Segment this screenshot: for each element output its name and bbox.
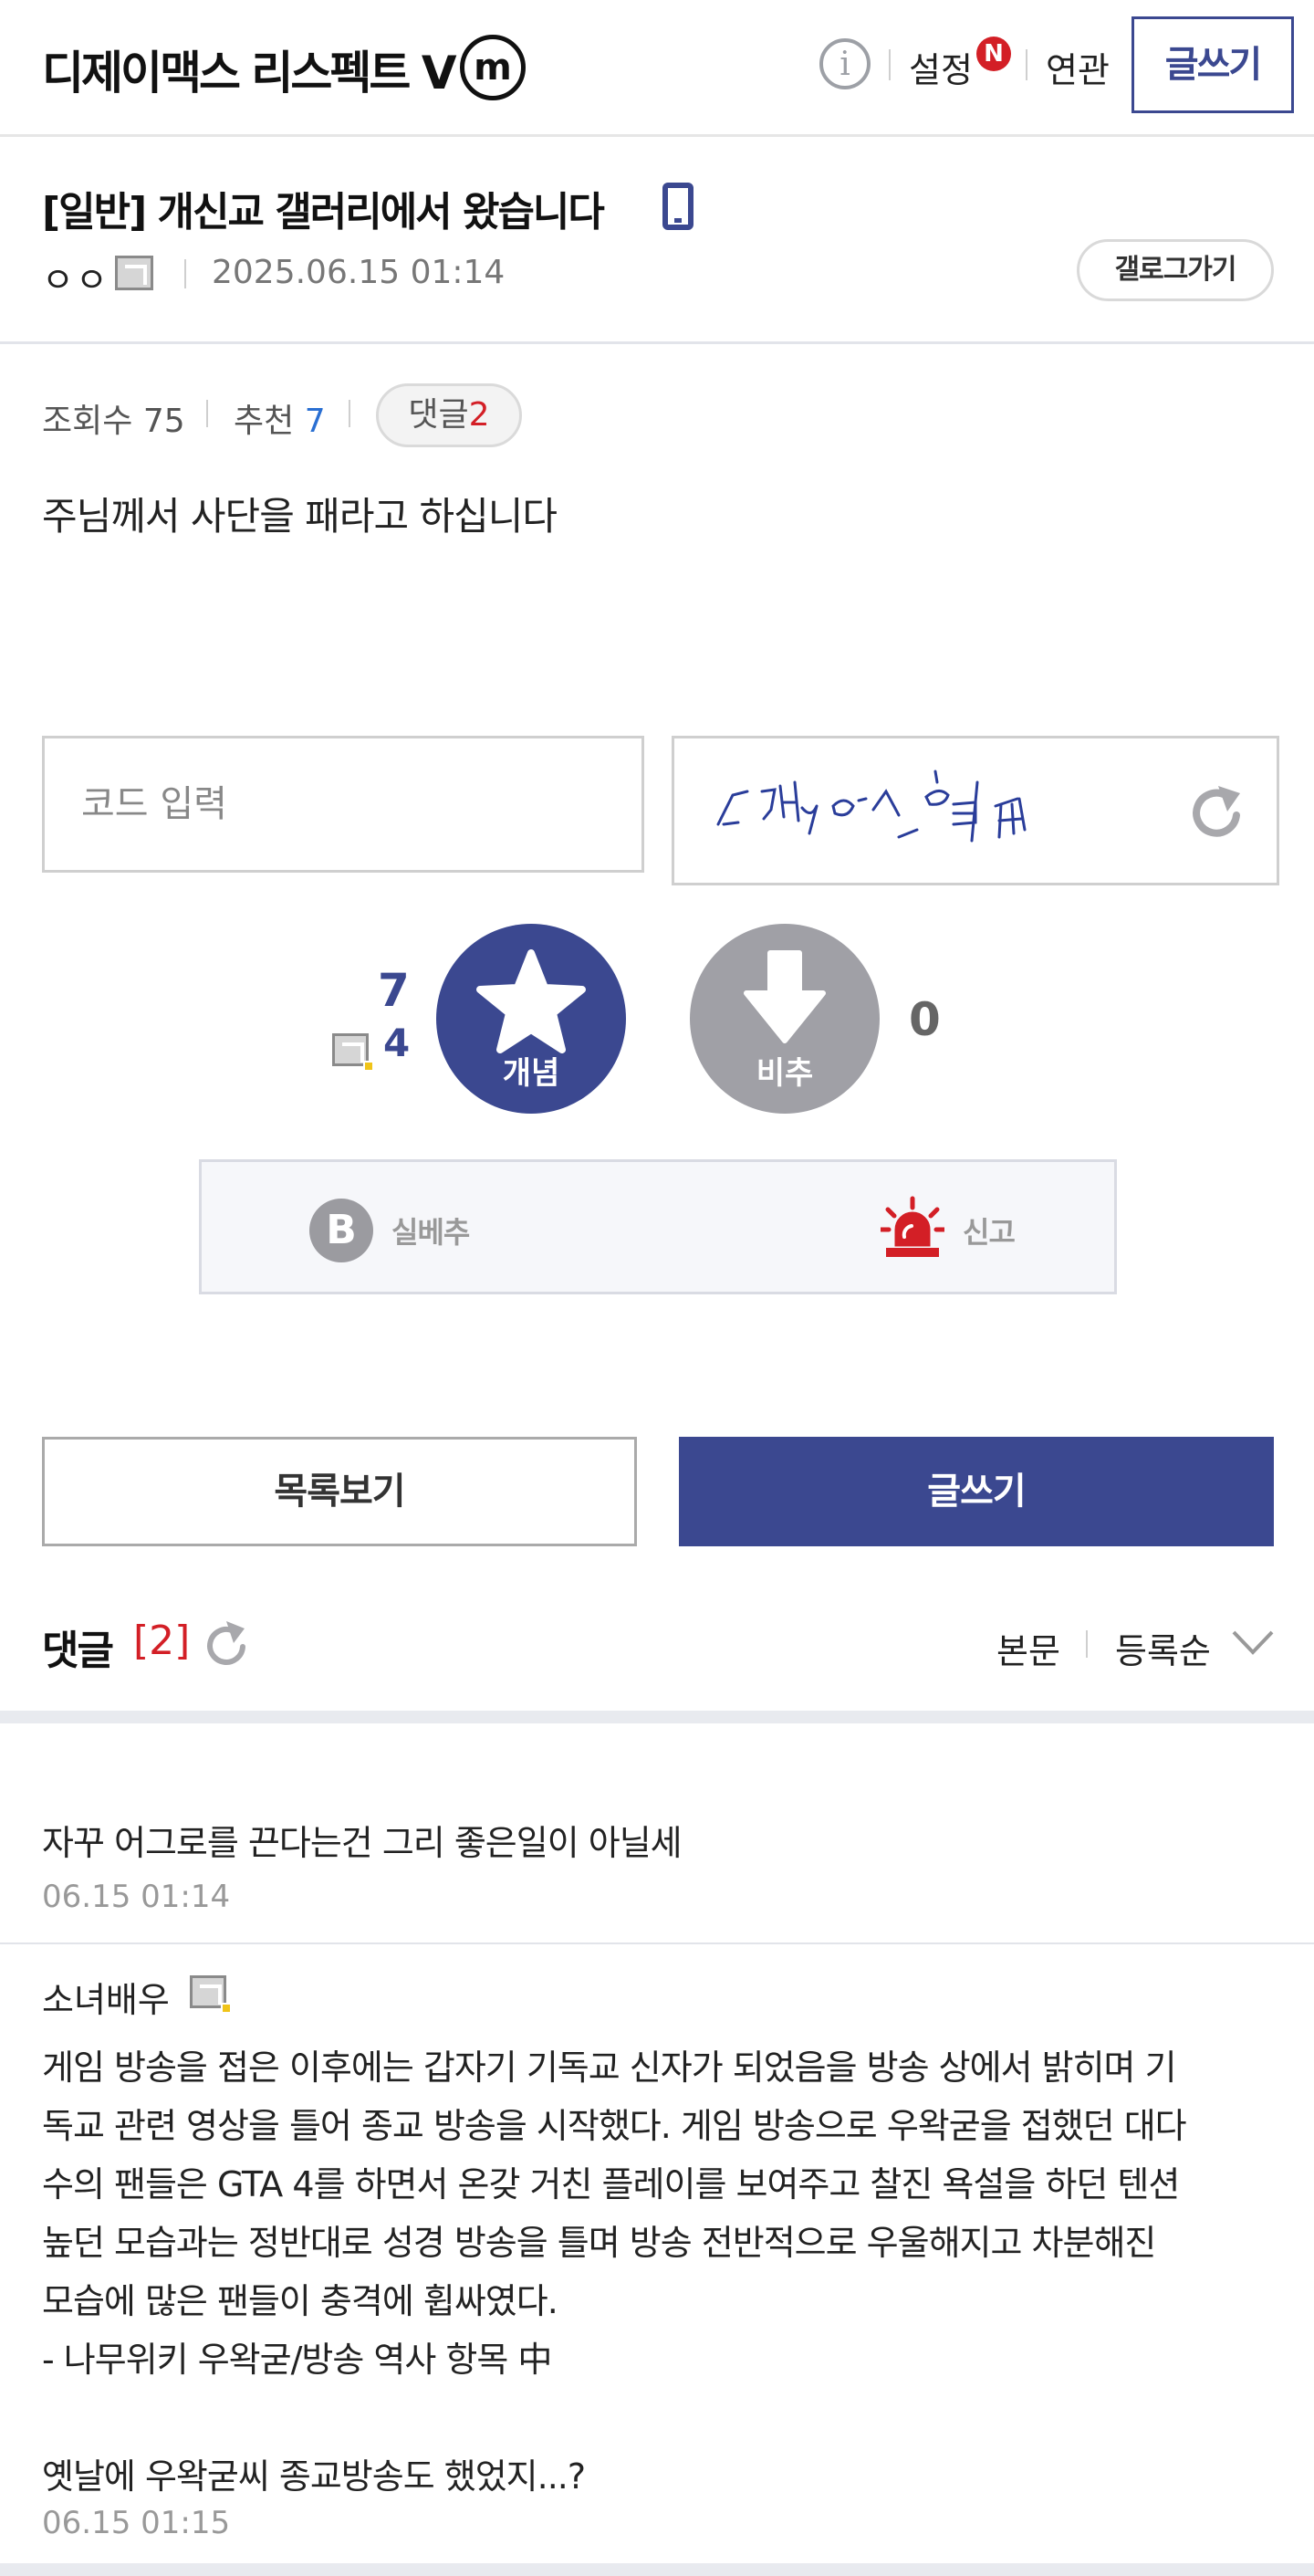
recommend-value: 7 [304,403,326,440]
report-label[interactable]: 신고 [963,1209,1016,1251]
upvote-button[interactable]: 개념 [436,924,626,1114]
post-author[interactable]: ㅇㅇ [42,252,110,302]
siren-icon[interactable] [881,1195,944,1264]
comment-line: 독교 관련 영상을 틀어 종교 방송을 시작했다. 게임 방송으로 우왁굳을 접… [42,2106,1187,2146]
mobile-icon [662,183,694,230]
downvote-label: 비추 [756,1055,814,1092]
divider [0,1711,1314,1723]
downvote-total: 0 [909,993,941,1046]
gallery-title[interactable]: 디제이맥스 리스펙트 V [42,37,457,102]
minor-gallery-icon: m [460,35,526,100]
recommend-count: 추천 7 [234,394,326,442]
captcha-box [672,736,1279,885]
view-value: 75 [142,403,185,440]
view-label: 조회수 [42,403,133,440]
settings-link[interactable]: 설정 [909,42,973,92]
list-button[interactable]: 목록보기 [42,1437,637,1546]
divider [349,400,350,427]
best-recommend-label[interactable]: 실베추 [391,1209,470,1251]
post-title: [일반] 개신교 갤러리에서 왔습니다 [42,189,605,236]
upvote-label: 개념 [502,1055,560,1092]
comment-line: - 나무위키 우왁굳/방송 역사 항목 中 [42,2340,552,2380]
upvote-total: 7 [378,964,410,1017]
sort-body-link[interactable]: 본문 [996,1623,1060,1673]
new-badge: N [976,37,1011,71]
divider [889,49,891,80]
gallog-button[interactable]: 갤로그가기 [1077,239,1274,301]
refresh-icon[interactable] [1182,779,1251,848]
comment-count-pill[interactable]: 댓글2 [376,383,522,447]
fixed-nick-marker [221,2003,232,2014]
comment-pill-value: 2 [468,396,490,434]
divider [1086,1630,1088,1658]
downvote-button[interactable]: 비추 [690,924,880,1114]
write-button[interactable]: 글쓰기 [679,1437,1274,1546]
recommend-label: 추천 [234,403,295,440]
captcha-code-input[interactable] [42,736,644,873]
comment-line: 높던 모습과는 정반대로 성경 방송을 틀며 방송 전반적으로 우울해지고 차분… [42,2223,1156,2263]
report-bar: B 실베추 신고 [199,1159,1117,1294]
comment-line: 옛날에 우왁굳씨 종교방송도 했었지...? [42,2456,586,2497]
comment-text: 자꾸 어그로를 끈다는건 그리 좋은일이 아닐세 [42,1823,683,1863]
upvote-fixed-count: 4 [383,1021,411,1065]
comments-count: [2] [133,1618,191,1664]
comment-line: 모습에 많은 팬들이 충격에 휩싸였다. [42,2281,558,2321]
gallery-header: 디제이맥스 리스펙트 V m i 설정 N 연관 글쓰기 [0,0,1314,137]
sort-order-select[interactable]: 등록순 [1115,1623,1211,1673]
divider [1026,49,1027,80]
comment-line: 수의 팬들은 GTA 4를 하면서 온갖 거친 플레이를 보여주고 찰진 욕설을… [42,2164,1180,2204]
chevron-down-icon[interactable] [1230,1625,1276,1661]
comment-date: 06.15 01:14 [42,1879,231,1915]
divider [184,259,186,288]
comments-title: 댓글 [42,1628,114,1674]
best-recommend-icon[interactable]: B [309,1199,373,1262]
comments-refresh-icon[interactable] [201,1619,252,1670]
comment-date: 06.15 01:15 [42,2505,231,2541]
comment-pill-label: 댓글 [408,396,469,434]
captcha-image [716,770,1027,843]
related-link[interactable]: 연관 [1046,42,1110,92]
header-write-button[interactable]: 글쓰기 [1132,16,1294,113]
fixed-nick-marker [363,1061,374,1072]
info-icon[interactable]: i [819,38,871,89]
fixed-nick-icon [115,256,153,290]
post-date: 2025.06.15 01:14 [212,254,506,291]
post-body: 주님께서 사단을 패라고 하십니다 [42,494,558,539]
minor-gallery-letter: m [474,47,512,89]
view-count: 조회수 75 [42,394,185,442]
comment-nick[interactable]: 소녀배우 [42,1972,170,2022]
divider [206,400,208,427]
divider [0,1942,1314,1944]
divider [0,2563,1314,2576]
divider [0,341,1314,344]
comment-line: 게임 방송을 접은 이후에는 갑자기 기독교 신자가 되었음을 방송 상에서 밝… [42,2047,1177,2088]
